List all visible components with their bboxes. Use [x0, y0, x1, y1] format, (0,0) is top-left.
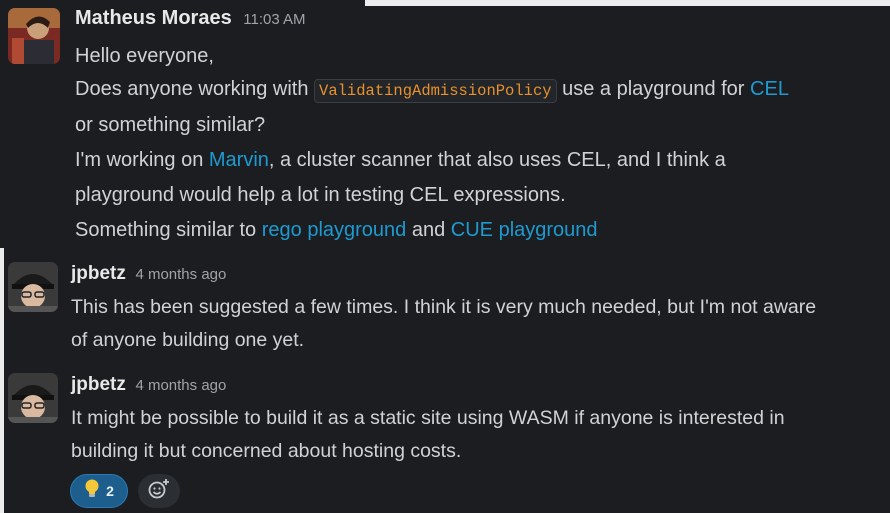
message-text: Something similar to	[75, 219, 262, 241]
cel-link[interactable]: CEL	[750, 78, 789, 100]
marvin-link[interactable]: Marvin	[209, 149, 269, 171]
message-line: building it but concerned about hosting …	[71, 434, 461, 469]
message-line: playground would help a lot in testing C…	[75, 178, 566, 213]
message-text: Hello everyone,	[75, 45, 214, 67]
message-line: It might be possible to build it as a st…	[71, 401, 785, 436]
message-text: , a cluster scanner that also uses CEL, …	[268, 149, 726, 171]
message-line: Hello everyone,	[75, 39, 214, 74]
author-name[interactable]: jpbetz	[71, 374, 126, 395]
message-line: Something similar to rego playground and…	[75, 213, 598, 248]
inline-code: ValidatingAdmissionPolicy	[314, 79, 557, 103]
add-reaction-button[interactable]	[138, 474, 180, 508]
message-timestamp[interactable]: 4 months ago	[135, 377, 226, 394]
message-text: or something similar?	[75, 114, 266, 136]
message-timestamp[interactable]: 4 months ago	[135, 266, 226, 283]
message-text: of anyone building one yet.	[71, 329, 305, 351]
message-text: It might be possible to build it as a st…	[71, 407, 785, 429]
avatar[interactable]	[8, 373, 58, 423]
message-text: building it but concerned about hosting …	[71, 440, 462, 462]
message-text: use a playground for	[556, 78, 751, 100]
add-reaction-icon	[147, 477, 171, 506]
message-timestamp[interactable]: 11:03 AM	[243, 11, 305, 28]
message-line: I'm working on Marvin, a cluster scanner…	[75, 143, 726, 178]
message-text: I'm working on	[75, 149, 209, 171]
author-name[interactable]: Matheus Moraes	[75, 7, 232, 29]
background-window-strip-left	[0, 248, 4, 513]
message-line: or something similar?	[75, 108, 265, 143]
reaction-count: 2	[106, 483, 114, 499]
message-text: playground would help a lot in testing C…	[75, 184, 566, 206]
reaction-lightbulb-button[interactable]: 2	[70, 474, 128, 508]
message-text: This has been suggested a few times. I t…	[71, 296, 817, 318]
message-line: Does anyone working with ValidatingAdmis…	[75, 72, 789, 109]
avatar[interactable]	[8, 8, 60, 64]
background-window-strip-top	[365, 0, 890, 6]
avatar[interactable]	[8, 262, 58, 312]
lightbulb-icon	[84, 479, 100, 504]
message-line: This has been suggested a few times. I t…	[71, 290, 816, 325]
cue-playground-link[interactable]: CUE playground	[451, 219, 598, 241]
author-name[interactable]: jpbetz	[71, 263, 126, 284]
message-line: of anyone building one yet.	[71, 323, 304, 358]
message-text: Does anyone working with	[75, 78, 315, 100]
rego-playground-link[interactable]: rego playground	[262, 219, 407, 241]
message-text: and	[406, 219, 451, 241]
